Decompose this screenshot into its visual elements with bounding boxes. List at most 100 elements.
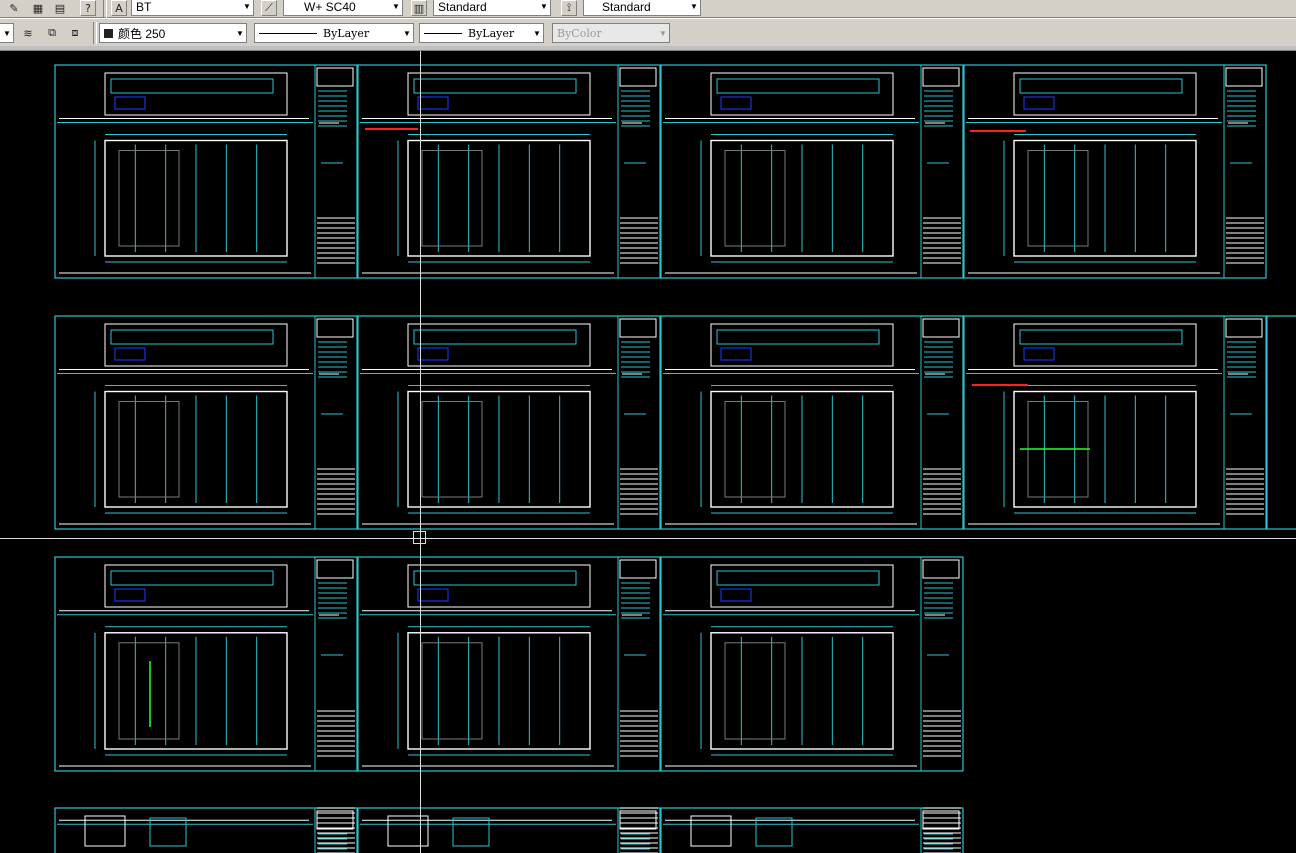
plan-view-detail [114,347,146,361]
title-block-logo [922,810,960,830]
plan-view-detail [114,96,146,110]
plan-view [149,817,187,847]
plotstyle-combo: ByColor ▼ [552,23,670,43]
title-block-logo [922,318,960,338]
color-combo[interactable]: 颜色 250 ▼ [99,23,247,43]
layer-state-icon[interactable]: ⧉ [44,25,60,41]
plan-view-detail [417,347,449,361]
sheet-border [660,315,964,530]
plan-view-detail [720,96,752,110]
text-style-icon[interactable]: A [111,0,127,16]
elevation-panel [118,642,180,740]
drawing-sheets [54,64,1296,853]
layer-properties-icon[interactable]: ≋ [20,25,36,41]
sheet-border [963,315,1267,530]
title-block-logo [316,318,354,338]
plan-view-detail [413,78,577,94]
title-block-logo [619,559,657,579]
linetype-sample [259,32,317,34]
publish-icon[interactable]: ▦ [30,0,46,16]
elevation-panel [421,401,483,498]
plan-view-detail [1023,347,1055,361]
title-block-logo [619,67,657,87]
lineweight-value: ByLayer [468,26,515,40]
plan-view-detail [716,329,880,345]
title-block-logo [316,67,354,87]
elevation-panel [724,150,786,247]
plan-view-detail [417,96,449,110]
toolbar-separator [103,0,107,18]
elevation-panel [421,642,483,740]
plan-view-detail [114,588,146,602]
table-style-value: Standard [438,0,487,14]
drawing-canvas[interactable] [0,51,1296,853]
lineweight-combo[interactable]: ByLayer ▼ [419,23,544,43]
text-style-combo[interactable]: BT ▼ [131,0,254,16]
title-block-logo [619,318,657,338]
plot-icon[interactable]: ✎ [6,0,22,16]
crosshair-vertical [420,51,421,853]
plan-view-detail [110,78,274,94]
chevron-down-icon[interactable]: ▼ [531,29,543,38]
plan-view-detail [110,570,274,586]
layer-combo-tail[interactable]: ▼ [0,23,14,43]
plan-view-detail [720,588,752,602]
layer-previous-icon[interactable]: ⧈ [67,25,83,41]
plan-view-detail [1019,78,1183,94]
chevron-down-icon[interactable]: ▼ [241,2,253,11]
mleader-style-icon[interactable]: ⟟ [561,0,577,16]
plotstyle-value: ByColor [557,26,602,40]
dim-style-icon[interactable]: ⟋ [261,0,277,16]
sheet-border [54,315,358,530]
table-style-icon[interactable]: ▥ [411,0,427,16]
mleader-style-value: Standard [602,0,651,14]
sheet-border [357,64,661,279]
chevron-down-icon[interactable]: ▼ [401,29,413,38]
plan-view-detail [716,570,880,586]
elevation-panel [421,150,483,247]
plan-view [755,817,793,847]
linetype-combo[interactable]: ByLayer ▼ [254,23,414,43]
sheet-border [54,556,358,772]
sheet-border [54,64,358,279]
plan-view-detail [417,588,449,602]
plan-view-detail [1023,96,1055,110]
text-style-value: BT [136,0,152,14]
dim-style-combo[interactable]: W+ SC40 ▼ [283,0,403,16]
chevron-down-icon[interactable]: ▼ [538,2,550,11]
toolbar-separator [93,22,97,44]
plan-view-detail [110,329,274,345]
calculator-icon[interactable]: ▤ [52,0,68,16]
plan-view-detail [716,78,880,94]
title-block-logo [922,559,960,579]
pickbox-cursor [413,531,426,544]
chevron-down-icon[interactable]: ▼ [390,2,402,11]
title-block-logo [1225,67,1263,87]
lineweight-sample [424,32,462,34]
elevation-panel [118,401,180,498]
title-block-logo [1225,318,1263,338]
title-block-logo [922,67,960,87]
chevron-down-icon[interactable]: ▼ [234,29,246,38]
sheet-border [357,556,661,772]
title-block-logo [619,810,657,830]
linetype-value: ByLayer [323,26,370,40]
title-block-logo [316,810,354,830]
title-block-logo [316,559,354,579]
plan-view-detail [413,570,577,586]
mleader-style-combo[interactable]: Standard ▼ [583,0,701,16]
elevation-panel [1027,150,1089,247]
color-swatch [104,28,113,38]
elevation-panel [724,642,786,740]
chevron-down-icon[interactable]: ▼ [688,2,700,11]
chevron-down-icon: ▼ [659,28,667,38]
styles-toolbar: ✎ ▦ ▤ ? A BT ▼ ⟋ W+ SC40 ▼ ▥ Standard ▼ … [0,0,1296,18]
help-glyph: ? [85,1,91,15]
help-icon[interactable]: ? [80,0,96,16]
sheet-border [660,556,964,772]
sheet-border [963,64,1267,279]
color-value: 颜色 250 [118,26,166,41]
chevron-down-icon[interactable]: ▼ [1,29,13,38]
plan-view [452,817,490,847]
table-style-combo[interactable]: Standard ▼ [433,0,551,16]
